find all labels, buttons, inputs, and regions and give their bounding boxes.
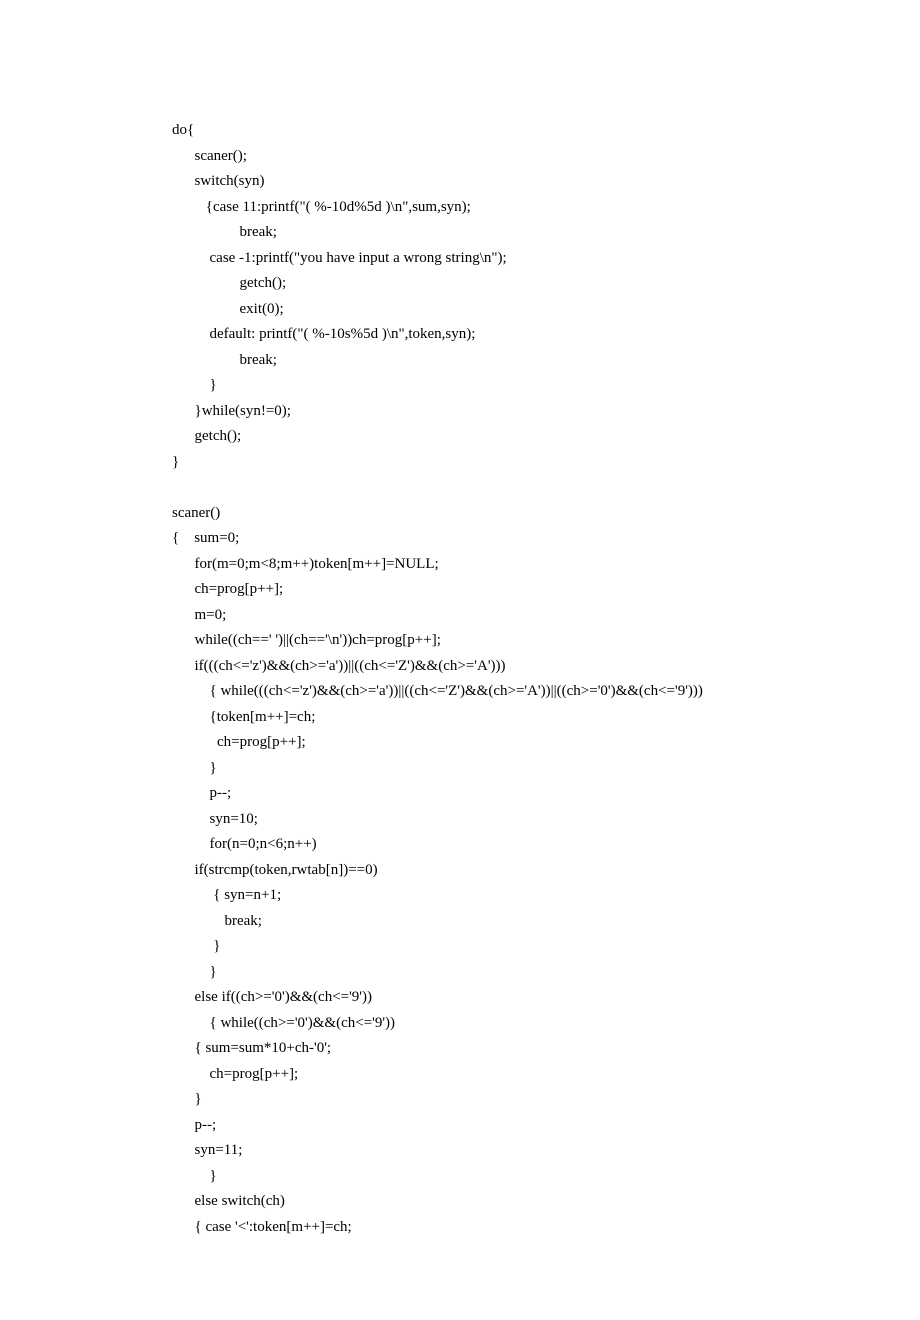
- code-line: switch(syn): [172, 169, 840, 195]
- code-line: for(n=0;n<6;n++): [172, 832, 840, 858]
- code-block: do{ scaner(); switch(syn) {case 11:print…: [172, 118, 840, 1240]
- code-line: break;: [172, 909, 840, 935]
- code-line: [172, 475, 840, 501]
- code-line: }while(syn!=0);: [172, 399, 840, 425]
- code-line: { while((ch>='0')&&(ch<='9')): [172, 1011, 840, 1037]
- code-line: {token[m++]=ch;: [172, 705, 840, 731]
- code-line: while((ch==' ')||(ch=='\n'))ch=prog[p++]…: [172, 628, 840, 654]
- code-line: ch=prog[p++];: [172, 1062, 840, 1088]
- code-line: }: [172, 960, 840, 986]
- code-line: scaner();: [172, 144, 840, 170]
- code-line: else switch(ch): [172, 1189, 840, 1215]
- code-line: default: printf("( %-10s%5d )\n",token,s…: [172, 322, 840, 348]
- code-line: else if((ch>='0')&&(ch<='9')): [172, 985, 840, 1011]
- code-line: {case 11:printf("( %-10d%5d )\n",sum,syn…: [172, 195, 840, 221]
- code-line: { sum=0;: [172, 526, 840, 552]
- code-line: if(((ch<='z')&&(ch>='a'))||((ch<='Z')&&(…: [172, 654, 840, 680]
- code-line: m=0;: [172, 603, 840, 629]
- code-line: case -1:printf("you have input a wrong s…: [172, 246, 840, 272]
- code-line: { while(((ch<='z')&&(ch>='a'))||((ch<='Z…: [172, 679, 840, 705]
- code-line: ch=prog[p++];: [172, 577, 840, 603]
- code-line: }: [172, 450, 840, 476]
- code-line: exit(0);: [172, 297, 840, 323]
- code-line: syn=10;: [172, 807, 840, 833]
- code-line: getch();: [172, 271, 840, 297]
- code-line: for(m=0;m<8;m++)token[m++]=NULL;: [172, 552, 840, 578]
- code-document: do{ scaner(); switch(syn) {case 11:print…: [0, 0, 920, 1320]
- code-line: syn=11;: [172, 1138, 840, 1164]
- code-line: }: [172, 373, 840, 399]
- code-line: p--;: [172, 1113, 840, 1139]
- code-line: scaner(): [172, 501, 840, 527]
- code-line: }: [172, 1164, 840, 1190]
- code-line: p--;: [172, 781, 840, 807]
- code-line: { case '<':token[m++]=ch;: [172, 1215, 840, 1241]
- code-line: ch=prog[p++];: [172, 730, 840, 756]
- code-line: { syn=n+1;: [172, 883, 840, 909]
- code-line: getch();: [172, 424, 840, 450]
- code-line: { sum=sum*10+ch-'0';: [172, 1036, 840, 1062]
- code-line: do{: [172, 118, 840, 144]
- code-line: break;: [172, 220, 840, 246]
- code-line: }: [172, 756, 840, 782]
- code-line: }: [172, 1087, 840, 1113]
- code-line: }: [172, 934, 840, 960]
- code-line: if(strcmp(token,rwtab[n])==0): [172, 858, 840, 884]
- code-line: break;: [172, 348, 840, 374]
